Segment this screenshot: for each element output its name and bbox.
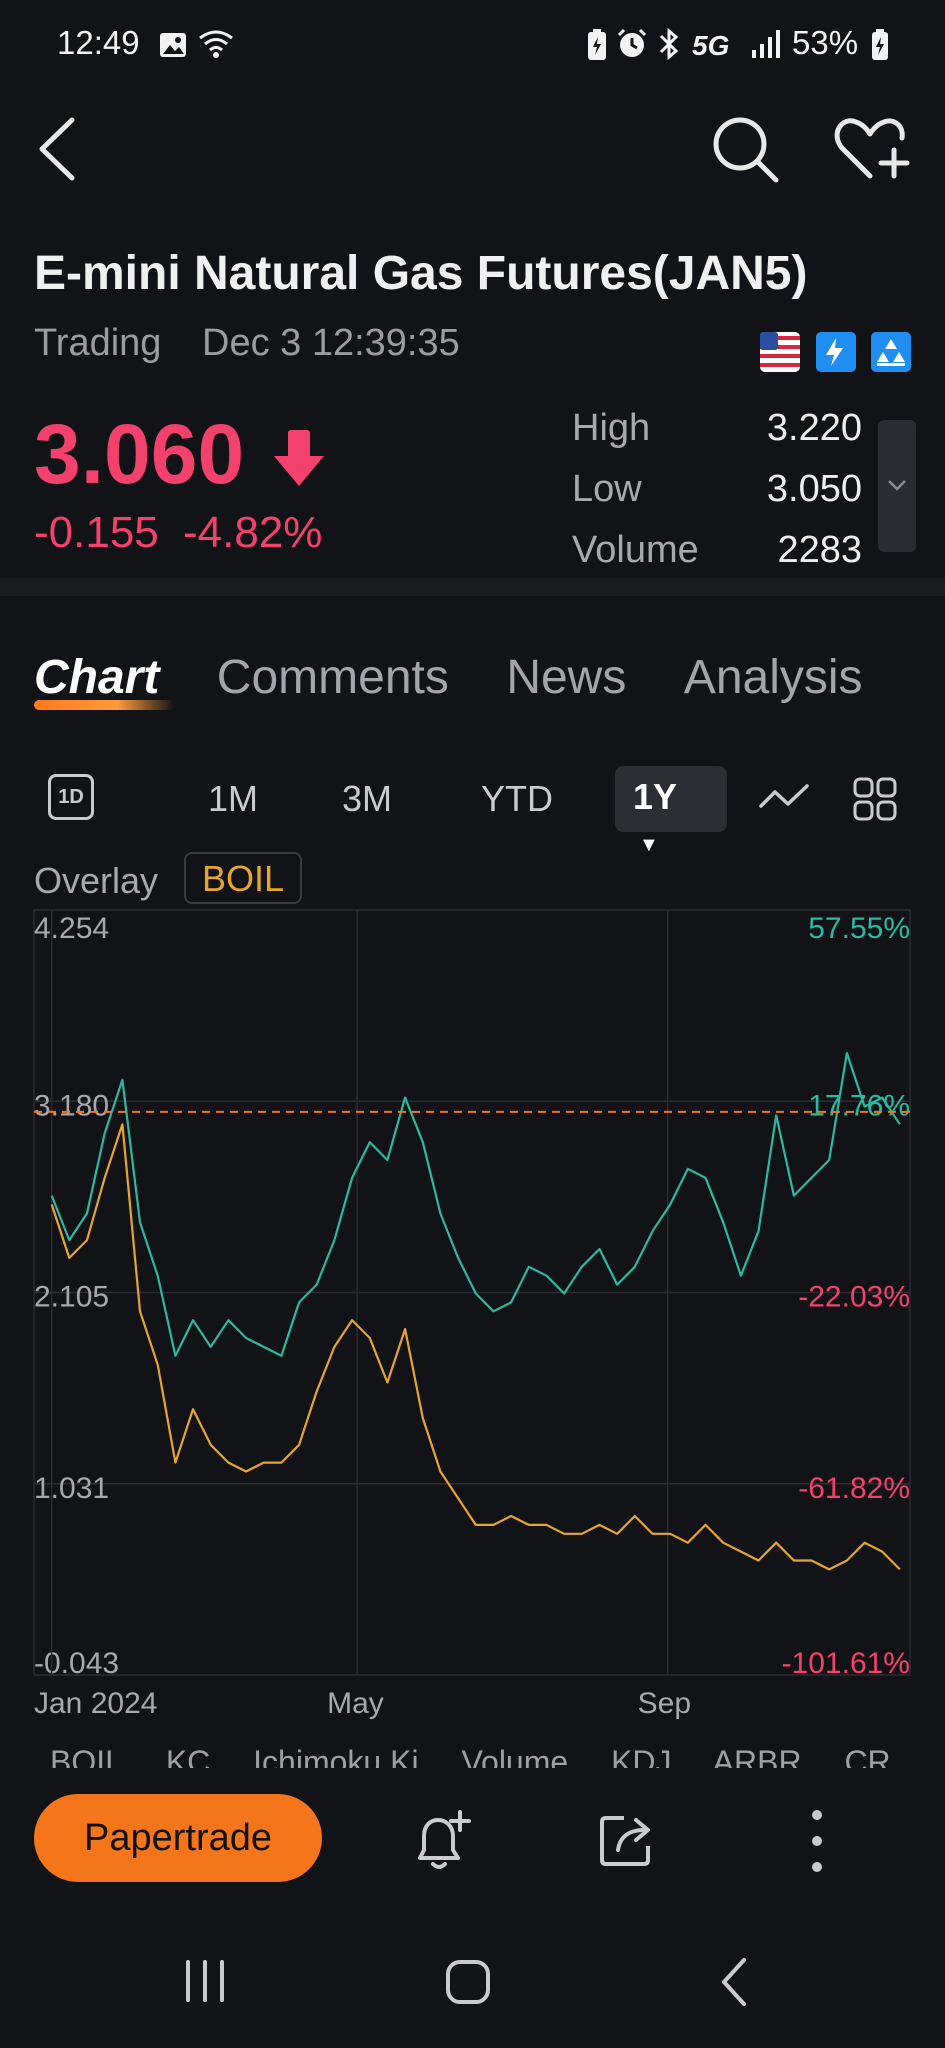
- tab-chart[interactable]: Chart: [34, 650, 159, 705]
- wifi-icon: [199, 30, 233, 58]
- indicator-ichimoku[interactable]: Ichimoku Ki: [253, 1744, 418, 1768]
- system-nav-bar: [0, 1920, 945, 2048]
- instrument-title: E-mini Natural Gas Futures(JAN5): [34, 247, 808, 300]
- last-price: 3.060: [34, 407, 245, 501]
- tab-analysis[interactable]: Analysis: [684, 650, 863, 705]
- stat-label: High: [572, 407, 651, 449]
- stat-value: 3.220: [766, 407, 862, 449]
- change-percent: -4.82%: [183, 508, 323, 557]
- period-1m-button[interactable]: 1M: [208, 778, 258, 820]
- period-1d-label: 1D: [58, 786, 84, 808]
- alarm-icon: [617, 28, 647, 57]
- indicator-kc[interactable]: KC: [166, 1744, 210, 1768]
- trading-status: Trading: [34, 322, 162, 364]
- chart-type-line-icon[interactable]: [758, 778, 810, 818]
- stat-label: Low: [572, 468, 642, 510]
- y-tick-label-right: 57.55%: [808, 912, 910, 945]
- y-tick-label-right: -22.03%: [798, 1281, 910, 1314]
- quote-timestamp: Dec 3 12:39:35: [202, 322, 460, 364]
- search-icon[interactable]: [710, 114, 780, 184]
- recent-apps-icon[interactable]: [182, 1958, 228, 2004]
- price-chart[interactable]: 4.254 57.55% 3.180 17.76% 2.105 -22.03% 1.031-…: [0, 900, 945, 1720]
- more-options-icon[interactable]: [802, 1806, 832, 1876]
- price-change: -0.155 -4.82%: [34, 508, 334, 558]
- tab-news[interactable]: News: [506, 650, 626, 705]
- content-tabs: Chart Comments News Analysis: [34, 650, 945, 720]
- period-1d-button[interactable]: 1D: [48, 774, 94, 820]
- bluetooth-icon: [659, 27, 679, 61]
- x-tick-label: Jan 2024: [34, 1687, 157, 1720]
- period-ytd-button[interactable]: YTD: [481, 778, 553, 820]
- y-tick-label-left: -0.043: [34, 1647, 119, 1680]
- energy-category-icon[interactable]: [816, 332, 856, 372]
- y-tick-label-left: 4.254: [34, 912, 109, 945]
- add-to-watchlist-icon[interactable]: [834, 114, 912, 184]
- stat-high: High 3.220: [572, 398, 862, 459]
- dropdown-caret-icon: ▼: [639, 834, 659, 856]
- indicator-volume[interactable]: Volume: [461, 1744, 568, 1768]
- papertrade-button[interactable]: Papertrade: [34, 1794, 322, 1882]
- stat-label: Volume: [572, 529, 699, 571]
- status-time: 12:49: [57, 24, 140, 61]
- y-tick-label-right: -61.82%: [798, 1472, 910, 1505]
- status-bar: 12:49 5G 53%: [0, 0, 945, 90]
- share-icon[interactable]: [596, 1808, 660, 1872]
- indicator-arbr[interactable]: ARBR: [713, 1744, 802, 1768]
- signal-icon: [752, 30, 780, 58]
- commodity-category-icon[interactable]: [871, 332, 911, 372]
- stat-value: 3.050: [766, 468, 862, 510]
- y-tick-label-left: 2.105: [34, 1281, 109, 1314]
- battery-percent: 53%: [792, 24, 859, 61]
- tab-comments[interactable]: Comments: [217, 650, 449, 705]
- period-selected-label: 1Y: [633, 776, 677, 817]
- indicator-boil[interactable]: BOIL: [50, 1744, 123, 1768]
- layout-grid-icon[interactable]: [852, 776, 898, 822]
- change-amount: -0.155: [34, 508, 159, 557]
- quote-stats: High 3.220 Low 3.050 Volume 2283: [572, 398, 862, 581]
- battery-icon: [872, 29, 888, 60]
- y-tick-label-left: 3.180: [34, 1089, 109, 1122]
- y-tick-label-right: -101.61%: [782, 1647, 910, 1680]
- period-1y-button[interactable]: 1Y ▼: [615, 766, 727, 856]
- back-arrow-icon[interactable]: [34, 116, 82, 182]
- us-flag-icon[interactable]: [760, 332, 800, 372]
- stat-volume: Volume 2283: [572, 520, 862, 581]
- market-status-line: Trading Dec 3 12:39:35: [34, 322, 490, 365]
- battery-saver-icon: [588, 29, 606, 60]
- home-icon[interactable]: [444, 1958, 492, 2006]
- period-3m-button[interactable]: 3M: [342, 778, 392, 820]
- section-divider: [0, 578, 945, 596]
- y-tick-label-left: 1.031: [34, 1472, 109, 1505]
- stat-value: 2283: [777, 529, 862, 571]
- system-back-icon[interactable]: [716, 1956, 752, 2008]
- x-tick-label: May: [327, 1687, 384, 1720]
- indicator-cr[interactable]: CR: [844, 1744, 890, 1768]
- chart-svg[interactable]: 4.254 57.55%3.180 17.76%2.105 -22.03%1.031-…: [0, 900, 945, 1720]
- add-alert-icon[interactable]: [408, 1808, 474, 1874]
- expand-stats-button[interactable]: [878, 420, 916, 552]
- indicator-kdj[interactable]: KDJ: [611, 1744, 671, 1768]
- gallery-icon: [160, 33, 186, 57]
- series-line-main: [50, 1052, 901, 1357]
- chevron-down-icon: [888, 480, 906, 491]
- overlay-boil-badge[interactable]: BOIL: [184, 852, 303, 904]
- overlay-label: Overlay: [34, 860, 159, 901]
- x-tick-label: Sep: [638, 1687, 691, 1720]
- stat-low: Low 3.050: [572, 459, 862, 520]
- price-down-arrow-icon: [274, 430, 324, 486]
- network-type: 5G: [692, 30, 730, 61]
- indicator-strip: BOIL KC Ichimoku Ki Volume KDJ ARBR CR: [50, 1738, 945, 1768]
- period-selector: 1D 1M 3M YTD 1Y ▼: [0, 764, 945, 856]
